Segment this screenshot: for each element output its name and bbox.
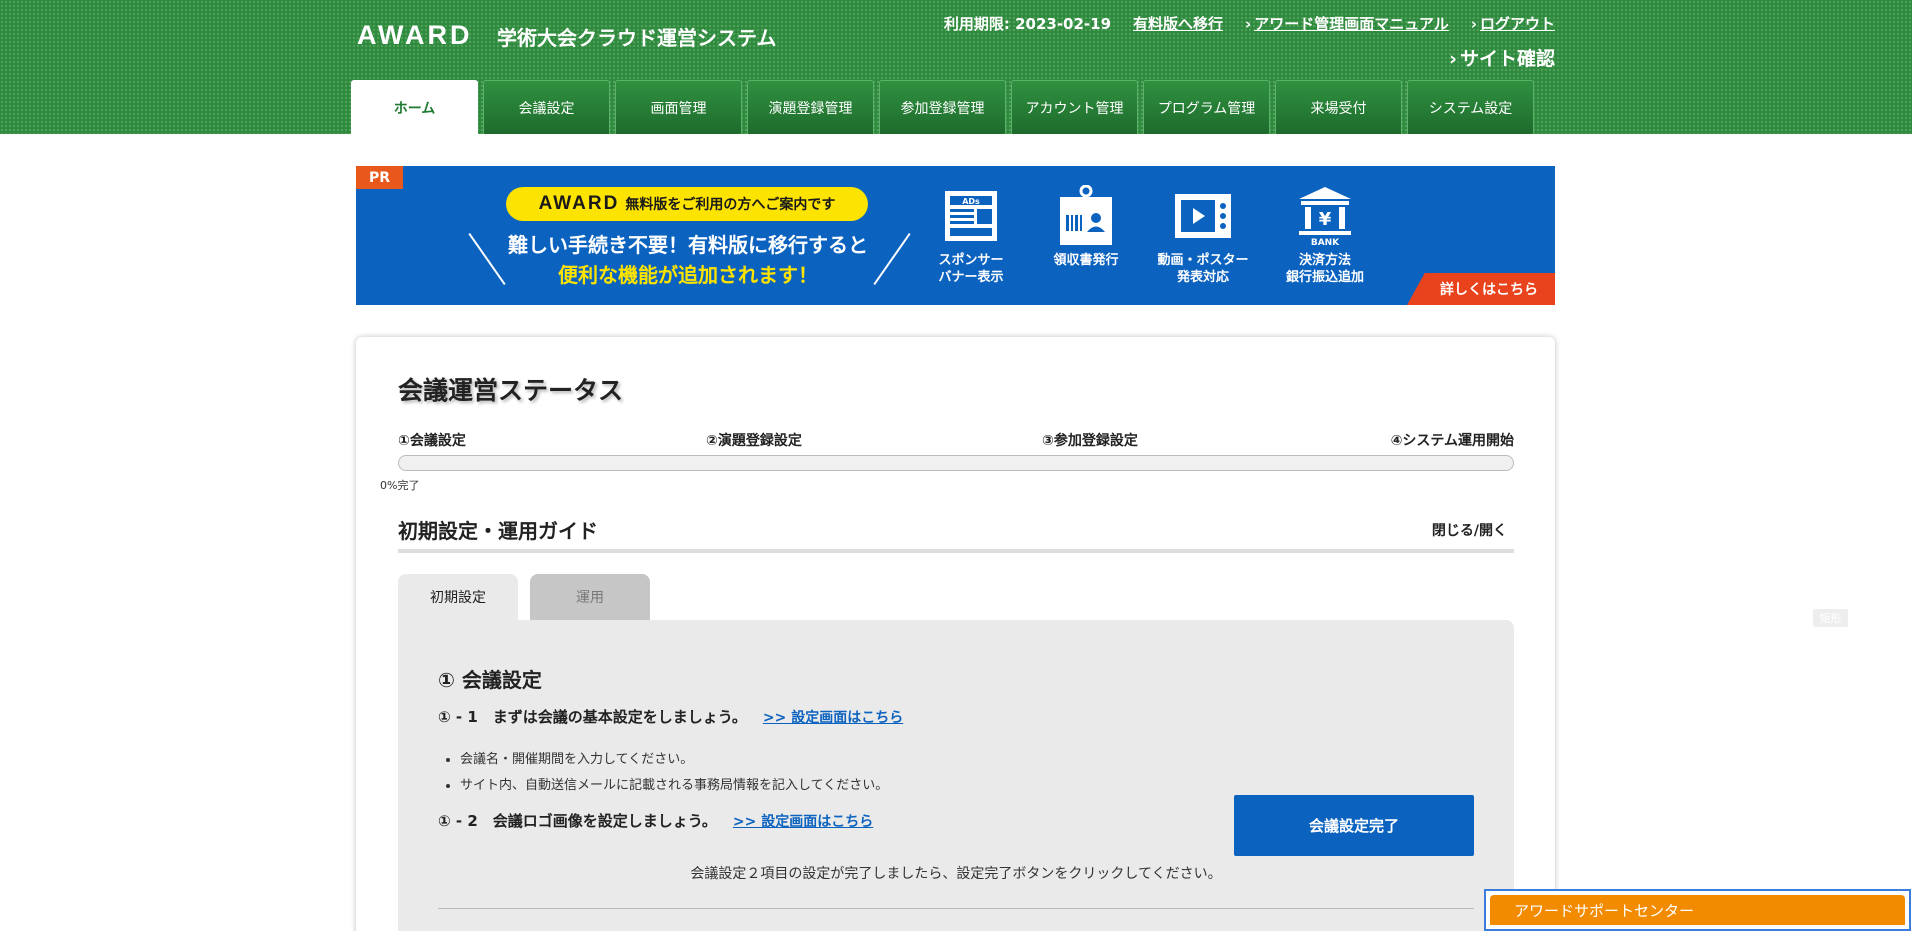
- ads-icon: ADs: [943, 186, 999, 246]
- system-title: 学術大会クラウド運営システム: [497, 26, 777, 50]
- ads-icon-text: ADs: [962, 197, 980, 206]
- progress-text: 0%完了: [380, 479, 420, 492]
- panel-divider: [438, 908, 1474, 909]
- chevron-right-icon: ›: [1470, 15, 1477, 33]
- logout-link[interactable]: ログアウト: [1480, 15, 1555, 33]
- bank-icon: ¥ BANK: [1297, 186, 1353, 247]
- guide-note: 会議設定２項目の設定が完了しましたら、設定完了ボタンをクリックしてください。: [690, 866, 1222, 882]
- feature-label: スポンサー バナー表示: [938, 253, 1004, 285]
- header: AWARD 学術大会クラウド運営システム 利用期限: 2023-02-19 有料…: [0, 0, 1912, 134]
- tab-initial-settings[interactable]: 初期設定: [398, 574, 518, 620]
- banner-pill: AWARD 無料版をご利用の方へご案内です: [506, 187, 868, 221]
- step2-settings-link[interactable]: >> 設定画面はこちら: [733, 811, 873, 831]
- banner-slash-right: [873, 233, 911, 285]
- banner-subheadline: 便利な機能が追加されます！: [558, 263, 818, 287]
- tab-operation[interactable]: 運用: [530, 574, 650, 620]
- rectangle-tag: 矩形: [1813, 609, 1848, 627]
- guide-divider: [398, 549, 1514, 553]
- progress-bar: [398, 455, 1514, 471]
- conference-settings-done-button[interactable]: 会議設定完了: [1234, 795, 1474, 856]
- step-label-2: ②演題登録設定: [706, 433, 802, 449]
- nav-tab-registration-management[interactable]: 参加登録管理: [879, 80, 1006, 134]
- feature-video-poster: 動画・ポスター 発表対応: [1148, 186, 1258, 286]
- upgrade-link[interactable]: 有料版へ移行: [1133, 13, 1223, 34]
- step-label-4: ④システム運用開始: [1390, 433, 1514, 449]
- step-label-1: ①会議設定: [398, 433, 466, 449]
- manual-link[interactable]: アワード管理画面マニュアル: [1254, 15, 1449, 33]
- nav-tab-home[interactable]: ホーム: [351, 80, 478, 134]
- list-item: サイト内、自動送信メールに記載される事務局情報を記入してください。: [460, 773, 888, 799]
- feature-label: 領収書発行: [1053, 253, 1119, 268]
- step1-heading: ① - 1 まずは会議の基本設定をしましょう。 >> 設定画面はこちら: [438, 706, 903, 727]
- yen-symbol: ¥: [1319, 209, 1332, 230]
- nav-tab-system-settings[interactable]: システム設定: [1407, 80, 1534, 134]
- step2-heading: ① - 2 会議ロゴ画像を設定しましょう。 >> 設定画面はこちら: [438, 810, 873, 831]
- step-label-3: ③参加登録設定: [1042, 433, 1138, 449]
- manual-link-wrap[interactable]: › アワード管理画面マニュアル: [1245, 13, 1449, 34]
- status-card: 会議運営ステータス ①会議設定 ②演題登録設定 ③参加登録設定 ④システム運用開…: [356, 337, 1555, 931]
- logout-link-wrap[interactable]: › ログアウト: [1471, 13, 1555, 34]
- site-check-link[interactable]: › サイト確認: [1449, 44, 1555, 71]
- nav-tab-conference-settings[interactable]: 会議設定: [483, 80, 610, 134]
- guide-toggle-button[interactable]: 閉じる/開く: [1432, 520, 1507, 540]
- guide-title: 初期設定・運用ガイド: [398, 519, 598, 543]
- pr-badge: PR: [356, 166, 403, 189]
- feature-receipt: 領収書発行: [1031, 185, 1141, 269]
- list-item: 会議名・開催期間を入力してください。: [460, 747, 888, 773]
- status-title: 会議運営ステータス: [398, 376, 624, 405]
- pr-banner[interactable]: PR AWARD 無料版をご利用の方へご案内です 難しい手続き不要！有料版に移行…: [356, 166, 1555, 305]
- feature-bank-transfer: ¥ BANK 決済方法 銀行振込追加: [1270, 186, 1380, 286]
- nav-tab-reception[interactable]: 来場受付: [1275, 80, 1402, 134]
- step2-heading-text: ① - 2 会議ロゴ画像を設定しましょう。: [438, 812, 717, 830]
- step1-heading-text: ① - 1 まずは会議の基本設定をしましょう。: [438, 708, 747, 726]
- section-title: ① 会議設定: [438, 668, 542, 692]
- nav-tab-abstract-management[interactable]: 演題登録管理: [747, 80, 874, 134]
- nav-tab-screen-management[interactable]: 画面管理: [615, 80, 742, 134]
- support-center-widget[interactable]: アワードサポートセンター: [1484, 889, 1911, 931]
- guide-panel: ① 会議設定 ① - 1 まずは会議の基本設定をしましょう。 >> 設定画面はこ…: [398, 620, 1514, 931]
- badge-icon: [1058, 185, 1114, 246]
- award-logo[interactable]: AWARD: [357, 20, 473, 51]
- step1-settings-link[interactable]: >> 設定画面はこちら: [763, 707, 903, 727]
- feature-label: 動画・ポスター 発表対応: [1157, 253, 1249, 285]
- video-icon: [1173, 186, 1233, 246]
- top-links: 利用期限: 2023-02-19 有料版へ移行 › アワード管理画面マニュアル ›…: [944, 13, 1555, 34]
- nav-tab-program-management[interactable]: プログラム管理: [1143, 80, 1270, 134]
- main-nav: ホーム 会議設定 画面管理 演題登録管理 参加登録管理 アカウント管理 プログラ…: [351, 80, 1534, 134]
- site-check-label: サイト確認: [1459, 48, 1555, 70]
- support-center-button[interactable]: アワードサポートセンター: [1490, 895, 1905, 925]
- banner-slash-left: [468, 233, 506, 285]
- feature-label: 決済方法 銀行振込追加: [1285, 253, 1364, 285]
- chevron-right-icon: ›: [1245, 15, 1252, 33]
- bank-icon-text: BANK: [1311, 238, 1340, 247]
- pill-logo: AWARD: [538, 193, 620, 214]
- pill-text: 無料版をご利用の方へご案内です: [625, 197, 836, 213]
- feature-sponsor-banner: ADs スポンサー バナー表示: [916, 186, 1026, 286]
- banner-more-button[interactable]: 詳しくはこちら: [1407, 273, 1555, 305]
- step1-bullets: 会議名・開催期間を入力してください。 サイト内、自動送信メールに記載される事務局…: [460, 747, 888, 799]
- nav-tab-account-management[interactable]: アカウント管理: [1011, 80, 1138, 134]
- banner-headline: 難しい手続き不要！有料版に移行すると: [508, 233, 868, 257]
- expiry-date: 利用期限: 2023-02-19: [943, 15, 1112, 33]
- chevron-right-icon: ›: [1449, 48, 1457, 70]
